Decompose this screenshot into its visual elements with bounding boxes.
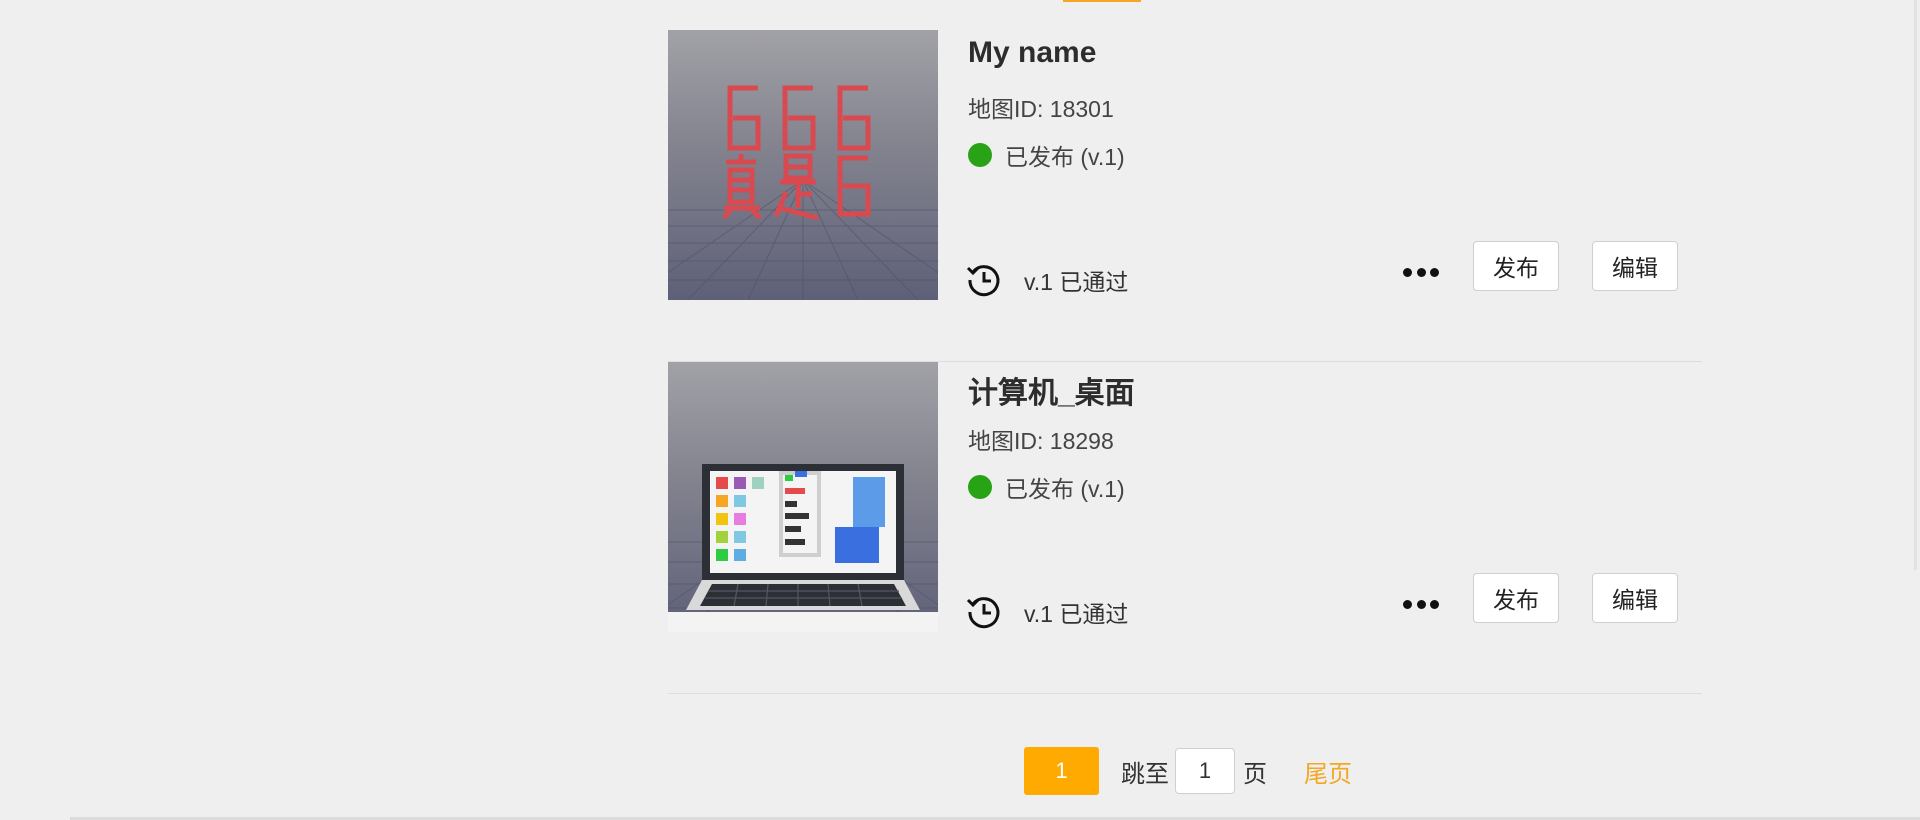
scrollbar[interactable] — [1914, 0, 1917, 570]
history-text: v.1 已通过 — [1024, 601, 1129, 627]
jump-label: 跳至 — [1121, 760, 1169, 788]
map-card: My name 地图ID: 18301 已发布 (v.1) v.1 已通过 发布… — [668, 30, 1702, 362]
status-dot-icon — [968, 143, 992, 167]
version-history[interactable]: v.1 已通过 — [966, 594, 1128, 630]
map-card: 计算机_桌面 地图ID: 18298 已发布 (v.1) v.1 已通过 发布 … — [668, 362, 1702, 694]
publish-status: 已发布 (v.1) — [968, 470, 1125, 504]
edit-button[interactable]: 编辑 — [1592, 573, 1678, 623]
page-button-current[interactable]: 1 — [1024, 747, 1099, 795]
map-title[interactable]: 计算机_桌面 — [968, 368, 1135, 412]
map-id: 地图ID: 18301 — [968, 96, 1114, 122]
publish-button[interactable]: 发布 — [1473, 241, 1559, 291]
top-tab-indicator — [1063, 0, 1141, 2]
history-clock-icon[interactable] — [966, 262, 1002, 298]
page-jump-input[interactable] — [1175, 748, 1235, 794]
map-thumbnail[interactable] — [668, 30, 938, 300]
history-clock-icon[interactable] — [966, 594, 1002, 630]
page-suffix-label: 页 — [1243, 760, 1267, 788]
publish-button[interactable]: 发布 — [1473, 573, 1559, 623]
map-id: 地图ID: 18298 — [968, 428, 1114, 454]
more-dots-icon[interactable] — [1403, 262, 1439, 282]
map-thumbnail[interactable] — [668, 362, 938, 632]
map-title[interactable]: My name — [968, 36, 1096, 70]
more-dots-icon[interactable] — [1403, 594, 1439, 614]
status-text: 已发布 (v.1) — [1005, 476, 1125, 502]
version-history[interactable]: v.1 已通过 — [966, 262, 1128, 298]
edit-button[interactable]: 编辑 — [1592, 241, 1678, 291]
pagination: 1 跳至 页 尾页 — [1024, 746, 1352, 796]
history-text: v.1 已通过 — [1024, 269, 1129, 295]
status-dot-icon — [968, 475, 992, 499]
publish-status: 已发布 (v.1) — [968, 138, 1125, 172]
status-text: 已发布 (v.1) — [1005, 144, 1125, 170]
last-page-link[interactable]: 尾页 — [1304, 754, 1352, 789]
